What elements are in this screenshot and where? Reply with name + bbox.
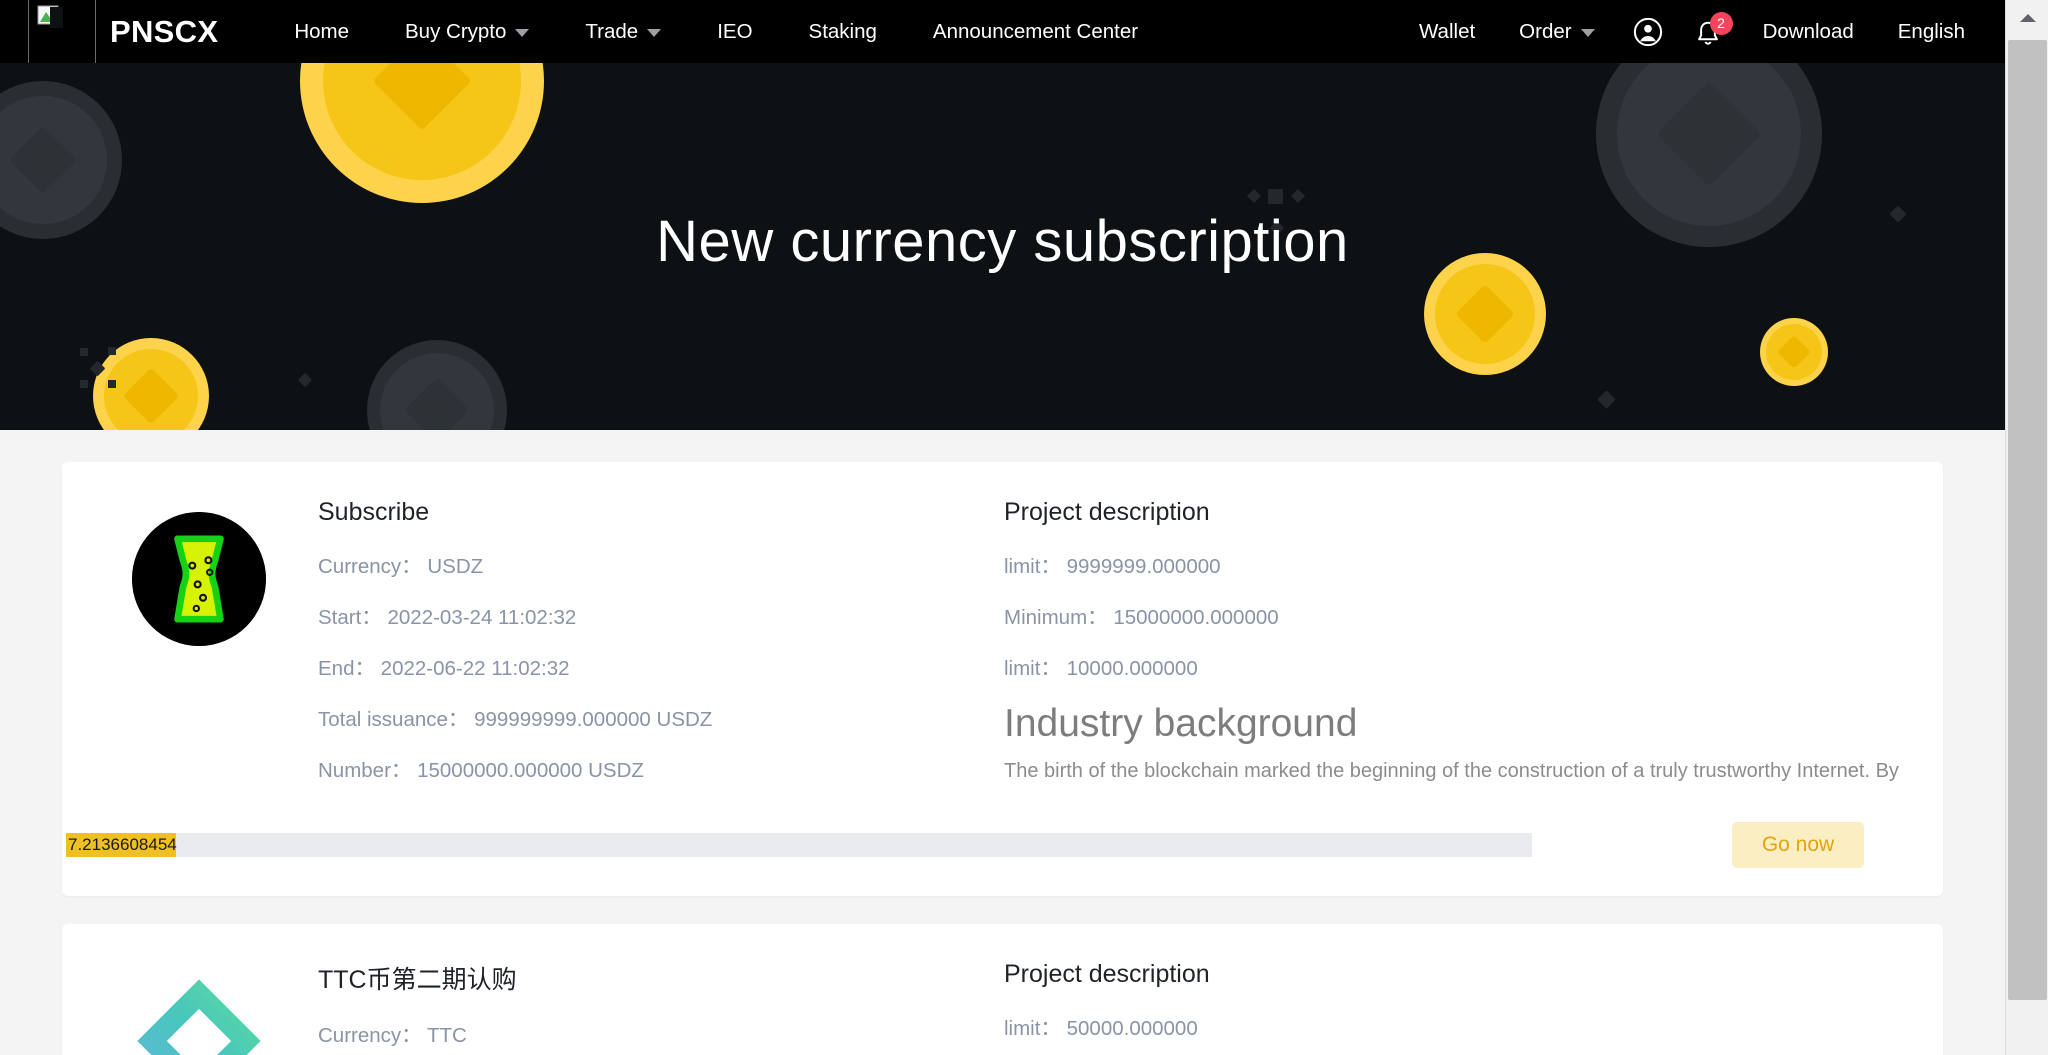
decor-coin-dark-2 <box>367 340 507 430</box>
nav-item-ieo[interactable]: IEO <box>689 0 780 63</box>
page-content: PNSCX Home Buy Crypto Trade IEO Staking <box>0 0 2005 1055</box>
card-field-currency: Currency： USDZ <box>318 555 484 578</box>
nav-label: English <box>1897 20 1965 43</box>
teal-diamond-glyph <box>137 979 261 1055</box>
card-info-column: Subscribe Currency： USDZ Start： 2022-03-… <box>294 498 1004 804</box>
hero-title: New currency subscription <box>656 209 1349 274</box>
card-field-start: Start： 2022-03-24 11:02:32 <box>318 606 577 629</box>
browser-scrollbar[interactable] <box>2005 0 2048 1055</box>
card-description-column: Project description limit： 50000.000000 … <box>1004 960 1901 1055</box>
card-title: Subscribe <box>318 498 430 526</box>
decor-diamond <box>1597 390 1616 409</box>
nav-label: Trade <box>585 20 639 43</box>
notifications-button[interactable]: 2 <box>1687 0 1733 63</box>
brand-name: PNSCX <box>110 13 219 49</box>
nav-label: Staking <box>808 20 877 43</box>
decor-diamond <box>297 372 313 388</box>
scrollbar-thumb[interactable] <box>2008 40 2047 1000</box>
secondary-nav: Wallet Order 2 Download English <box>1397 0 1987 63</box>
card-logo-column <box>104 960 294 1055</box>
nav-item-wallet[interactable]: Wallet <box>1397 0 1497 63</box>
card-field-currency: Currency： TTC <box>318 1024 467 1047</box>
decor-coin-gold-1 <box>300 63 544 203</box>
nav-label: Order <box>1519 20 1572 43</box>
user-circle-icon <box>1633 17 1662 46</box>
card-field-number: Number： 15000000.000000 USDZ <box>318 759 644 782</box>
go-now-button[interactable]: Go now <box>1731 822 1865 868</box>
subscription-list: Subscribe Currency： USDZ Start： 2022-03-… <box>0 462 2005 1055</box>
card-logo-column <box>104 498 294 804</box>
decor-coin-gold-4 <box>1760 318 1828 386</box>
teal-diamond-coin-icon <box>132 974 266 1055</box>
nav-item-trade[interactable]: Trade <box>557 0 689 63</box>
chevron-down-icon <box>515 29 530 37</box>
chevron-down-icon <box>647 29 662 37</box>
card-info-column: TTC币第二期认购 Currency： TTC Start： 2021-10-0… <box>294 960 1004 1055</box>
browser-viewport: PNSCX Home Buy Crypto Trade IEO Staking <box>0 0 2048 1055</box>
primary-nav: Home Buy Crypto Trade IEO Staking Announ… <box>266 0 1166 63</box>
nav-item-download[interactable]: Download <box>1741 0 1876 63</box>
progress-fill: 7.2136608454 <box>66 833 177 857</box>
notification-badge: 2 <box>1709 11 1733 35</box>
nav-item-home[interactable]: Home <box>266 0 377 63</box>
industry-background-heading: Industry background <box>1004 702 1358 745</box>
industry-background-text: The birth of the blockchain marked the b… <box>1004 760 1901 782</box>
decor-square <box>80 380 88 388</box>
progress-track <box>66 833 1532 857</box>
hero-banner: New currency subscription <box>0 63 2005 430</box>
card-field-total-issuance: Total issuance： 999999999.000000 USDZ <box>318 708 713 731</box>
scroll-up-arrow-icon <box>2019 14 2036 22</box>
top-navigation-bar: PNSCX Home Buy Crypto Trade IEO Staking <box>0 0 2005 63</box>
desc-field-limit: limit： 50000.000000 <box>1004 1017 1198 1040</box>
nav-item-staking[interactable]: Staking <box>781 0 905 63</box>
nav-label: Buy Crypto <box>405 20 507 43</box>
desc-field-minimum: Minimum： 15000000.000000 <box>1004 606 1279 629</box>
nav-label: Wallet <box>1418 20 1476 43</box>
nav-item-order[interactable]: Order <box>1497 0 1616 63</box>
nav-item-announcement-center[interactable]: Announcement Center <box>905 0 1166 63</box>
project-description-title: Project description <box>1004 960 1210 988</box>
card-action-cell: Go now <box>1653 822 1943 868</box>
card-body: Subscribe Currency： USDZ Start： 2022-03-… <box>62 498 1943 804</box>
decor-square <box>108 347 116 355</box>
decor-square <box>1268 189 1283 204</box>
desc-field-limit-2: limit： 10000.000000 <box>1004 657 1198 680</box>
beer-glass-coin-icon <box>132 512 266 646</box>
card-field-end: End： 2022-06-22 11:02:32 <box>318 657 570 680</box>
chevron-down-icon <box>1580 29 1595 37</box>
decor-diamond <box>1246 188 1262 204</box>
nav-label: IEO <box>717 20 753 43</box>
scroll-up-button[interactable] <box>2006 0 2048 36</box>
decor-square <box>80 348 88 356</box>
beer-glass-glyph <box>132 512 266 646</box>
nav-item-buy-crypto[interactable]: Buy Crypto <box>377 0 557 63</box>
nav-label: Home <box>294 20 349 43</box>
subscription-card: TTC币第二期认购 Currency： TTC Start： 2021-10-0… <box>62 924 1943 1055</box>
decor-diamond <box>1290 188 1306 204</box>
broken-image-icon <box>37 5 63 28</box>
bell-wrapper: 2 <box>1693 11 1733 49</box>
progress-bar[interactable]: 7.2136608454 <box>66 833 1573 857</box>
card-title: TTC币第二期认购 <box>318 966 517 994</box>
nav-label: Announcement Center <box>932 20 1139 43</box>
project-description-title: Project description <box>1004 498 1210 526</box>
card-progress-row: 7.2136608454 Go now <box>62 804 1943 896</box>
decor-square <box>108 380 116 388</box>
nav-item-language[interactable]: English <box>1876 0 1987 63</box>
account-button[interactable] <box>1625 0 1671 63</box>
card-body: TTC币第二期认购 Currency： TTC Start： 2021-10-0… <box>62 960 1943 1055</box>
card-description-column: Project description limit： 9999999.00000… <box>1004 498 1901 804</box>
nav-label: Download <box>1762 20 1854 43</box>
subscription-card: Subscribe Currency： USDZ Start： 2022-03-… <box>62 462 1943 896</box>
site-logo[interactable] <box>28 0 96 63</box>
desc-field-limit: limit： 9999999.000000 <box>1004 555 1221 578</box>
